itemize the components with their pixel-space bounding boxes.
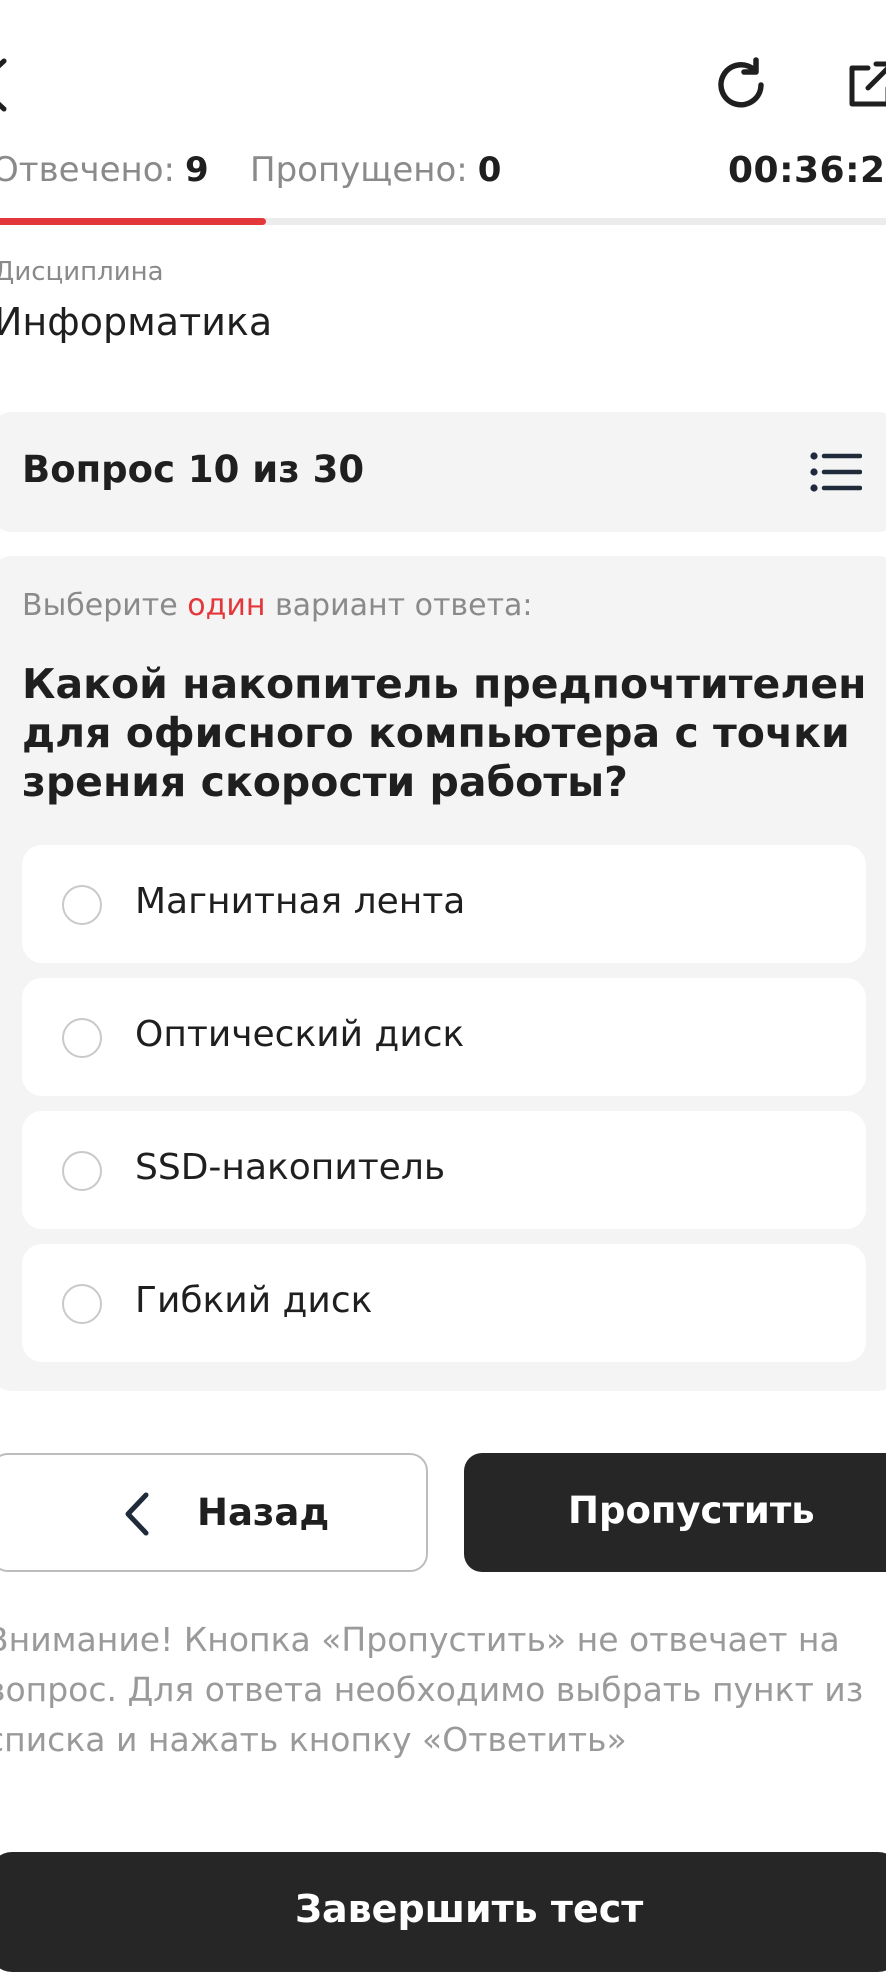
radio-icon[interactable]: [62, 1284, 102, 1324]
answer-option[interactable]: Магнитная лента: [22, 845, 866, 963]
question-counter: Вопрос 10 из 30: [22, 448, 365, 491]
timer: 00:36:23: [728, 150, 886, 191]
answer-option-label: Магнитная лента: [135, 881, 466, 922]
refresh-icon[interactable]: [712, 56, 770, 114]
skipped-value: 0: [477, 150, 502, 190]
finish-test-button[interactable]: Завершить тест: [0, 1852, 886, 1972]
progress-fill: [0, 218, 266, 225]
share-icon[interactable]: [846, 60, 886, 110]
back-chevron-icon[interactable]: [0, 55, 10, 115]
skip-button[interactable]: Пропустить: [464, 1453, 886, 1572]
answer-option[interactable]: SSD-накопитель: [22, 1111, 866, 1229]
radio-icon[interactable]: [62, 1018, 102, 1058]
answer-instruction: Выберите один вариант ответа:: [22, 588, 533, 623]
answer-option-label: Гибкий диск: [135, 1280, 373, 1321]
answer-option[interactable]: Гибкий диск: [22, 1244, 866, 1362]
list-icon[interactable]: [810, 450, 863, 494]
discipline-label: Дисциплина: [0, 257, 164, 287]
skip-button-label: Пропустить: [568, 1489, 815, 1532]
answer-option-label: Оптический диск: [135, 1014, 465, 1055]
skipped-label: Пропущено:: [250, 150, 468, 190]
instruction-prefix: Выберите: [22, 588, 188, 623]
radio-icon[interactable]: [62, 885, 102, 925]
instruction-accent: один: [187, 588, 266, 623]
back-button[interactable]: Назад: [0, 1453, 428, 1572]
answered-label: Отвечено:: [0, 150, 176, 190]
answered-value: 9: [185, 150, 209, 190]
instruction-suffix: вариант ответа:: [265, 588, 533, 623]
question-text: Какой накопитель предпочтителен для офис…: [22, 660, 867, 806]
finish-test-label: Завершить тест: [295, 1887, 644, 1931]
discipline-value: Информатика: [0, 300, 273, 344]
radio-icon[interactable]: [62, 1151, 102, 1191]
chevron-left-icon: [122, 1491, 152, 1537]
answered-stat: Отвечено: 9: [0, 150, 209, 200]
skip-warning: Внимание! Кнопка «Пропустить» не отвечае…: [0, 1620, 864, 1759]
answer-option[interactable]: Оптический диск: [22, 978, 866, 1096]
answer-option-label: SSD-накопитель: [135, 1147, 446, 1188]
skipped-stat: Пропущено: 0: [250, 150, 501, 200]
back-button-label: Назад: [197, 1491, 330, 1534]
